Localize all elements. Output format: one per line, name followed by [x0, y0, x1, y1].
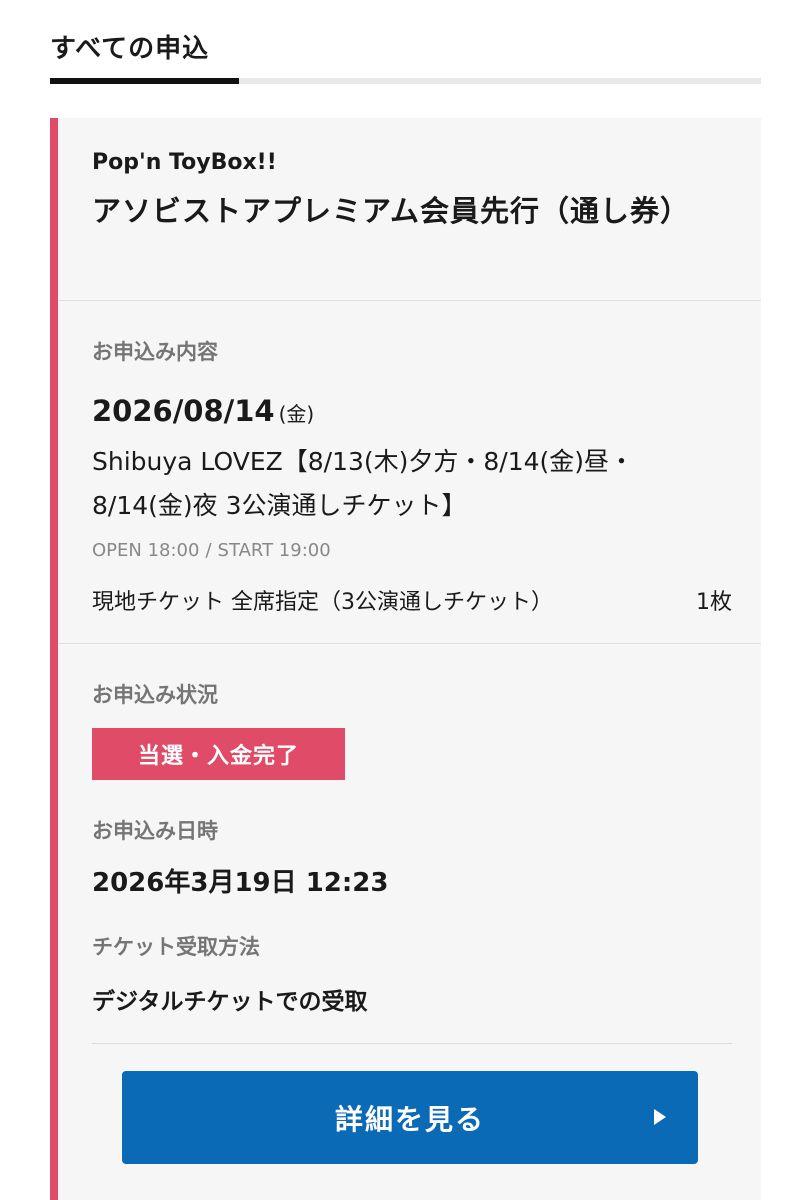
- performance-day-of-week: (金): [278, 402, 315, 426]
- application-datetime: 2026年3月19日 12:23: [92, 868, 389, 898]
- tab-all-applications[interactable]: すべての申込: [50, 28, 209, 65]
- section-divider: [58, 300, 761, 301]
- tab-active-indicator: [50, 78, 239, 84]
- seat-row: 現地チケット 全席指定（3公演通しチケット） 1枚: [92, 584, 732, 615]
- seat-type: 現地チケット 全席指定（3公演通しチケット）: [92, 590, 553, 615]
- performance-name: Shibuya LOVEZ【8/13(木)夕方・8/14(金)昼・8/14(金)…: [92, 447, 635, 520]
- application-details-label: お申込み内容: [92, 340, 218, 364]
- section-divider: [92, 1043, 732, 1044]
- performance-date-value: 2026/08/14: [92, 394, 275, 428]
- card-header: Pop'n ToyBox!! アソビストアプレミアム会員先行（通し券）: [92, 148, 712, 232]
- ticket-title: アソビストアプレミアム会員先行（通し券）: [92, 194, 690, 228]
- status-badge: 当選・入金完了: [92, 728, 345, 780]
- application-status-label: お申込み状況: [92, 683, 218, 707]
- open-time: OPEN 18:00: [92, 540, 200, 561]
- start-time: START 19:00: [217, 540, 331, 561]
- time-separator: /: [205, 540, 212, 561]
- play-arrow-icon: [654, 1109, 666, 1125]
- open-start-times: OPEN 18:00/START 19:00: [92, 540, 331, 561]
- ticket-pickup-label: チケット受取方法: [92, 935, 260, 959]
- section-divider: [58, 643, 761, 644]
- view-details-button[interactable]: 詳細を見る: [122, 1071, 698, 1164]
- view-details-label: 詳細を見る: [334, 1102, 485, 1136]
- application-datetime-label: お申込み日時: [92, 819, 218, 843]
- event-name: Pop'n ToyBox!!: [92, 150, 277, 175]
- ticket-quantity: 1枚: [696, 590, 732, 615]
- performance-date: 2026/08/14 (金): [92, 394, 314, 428]
- tab-bar: すべての申込: [50, 0, 761, 84]
- card-accent-bar: [50, 118, 58, 1200]
- application-card: Pop'n ToyBox!! アソビストアプレミアム会員先行（通し券） お申込み…: [50, 118, 761, 1200]
- ticket-pickup-method: デジタルチケットでの受取: [92, 989, 368, 1015]
